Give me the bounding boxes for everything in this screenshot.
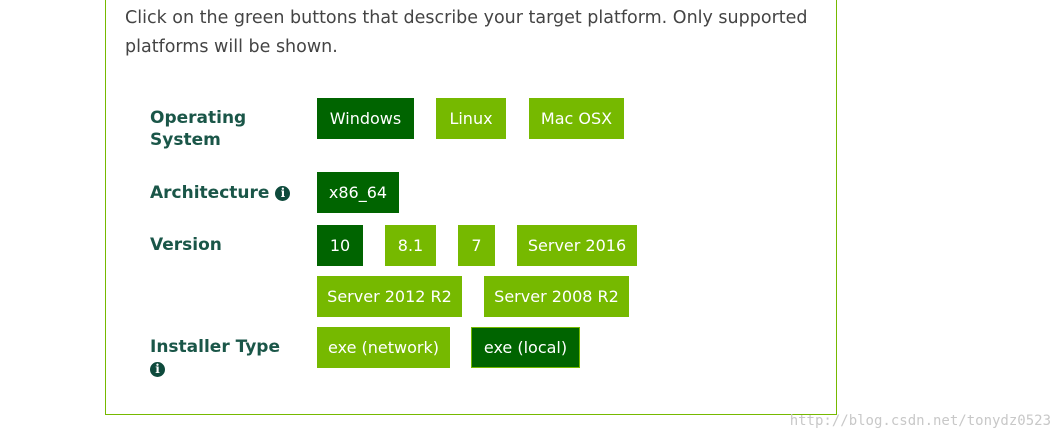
os-linux-button[interactable]: Linux — [436, 98, 506, 139]
version-7-button[interactable]: 7 — [458, 225, 495, 266]
info-icon[interactable]: i — [150, 362, 165, 377]
instructions-text: Click on the green buttons that describe… — [125, 8, 808, 57]
arch-x86-64-button[interactable]: x86_64 — [317, 172, 399, 213]
architecture-row-label: Architecture i — [150, 182, 291, 204]
architecture-label: Architecture — [150, 183, 270, 203]
os-label: Operating System — [150, 108, 247, 150]
os-macosx-button[interactable]: Mac OSX — [529, 98, 624, 139]
os-windows-button[interactable]: Windows — [317, 98, 414, 139]
version-server-2016-button[interactable]: Server 2016 — [517, 225, 637, 266]
version-server-2012-r2-button[interactable]: Server 2012 R2 — [317, 276, 462, 317]
installer-exe-network-button[interactable]: exe (network) — [317, 327, 450, 368]
installer-row-label: Installer Type i — [150, 336, 300, 380]
installer-type-label: Installer Type — [150, 337, 280, 357]
version-label: Version — [150, 235, 222, 255]
installer-exe-local-button[interactable]: exe (local) — [471, 327, 580, 368]
version-10-button[interactable]: 10 — [317, 225, 363, 266]
watermark: http://blog.csdn.net/tonydz0523 — [789, 413, 1051, 429]
version-server-2008-r2-button[interactable]: Server 2008 R2 — [484, 276, 629, 317]
info-icon[interactable]: i — [275, 186, 291, 201]
version-8-1-button[interactable]: 8.1 — [385, 225, 436, 266]
